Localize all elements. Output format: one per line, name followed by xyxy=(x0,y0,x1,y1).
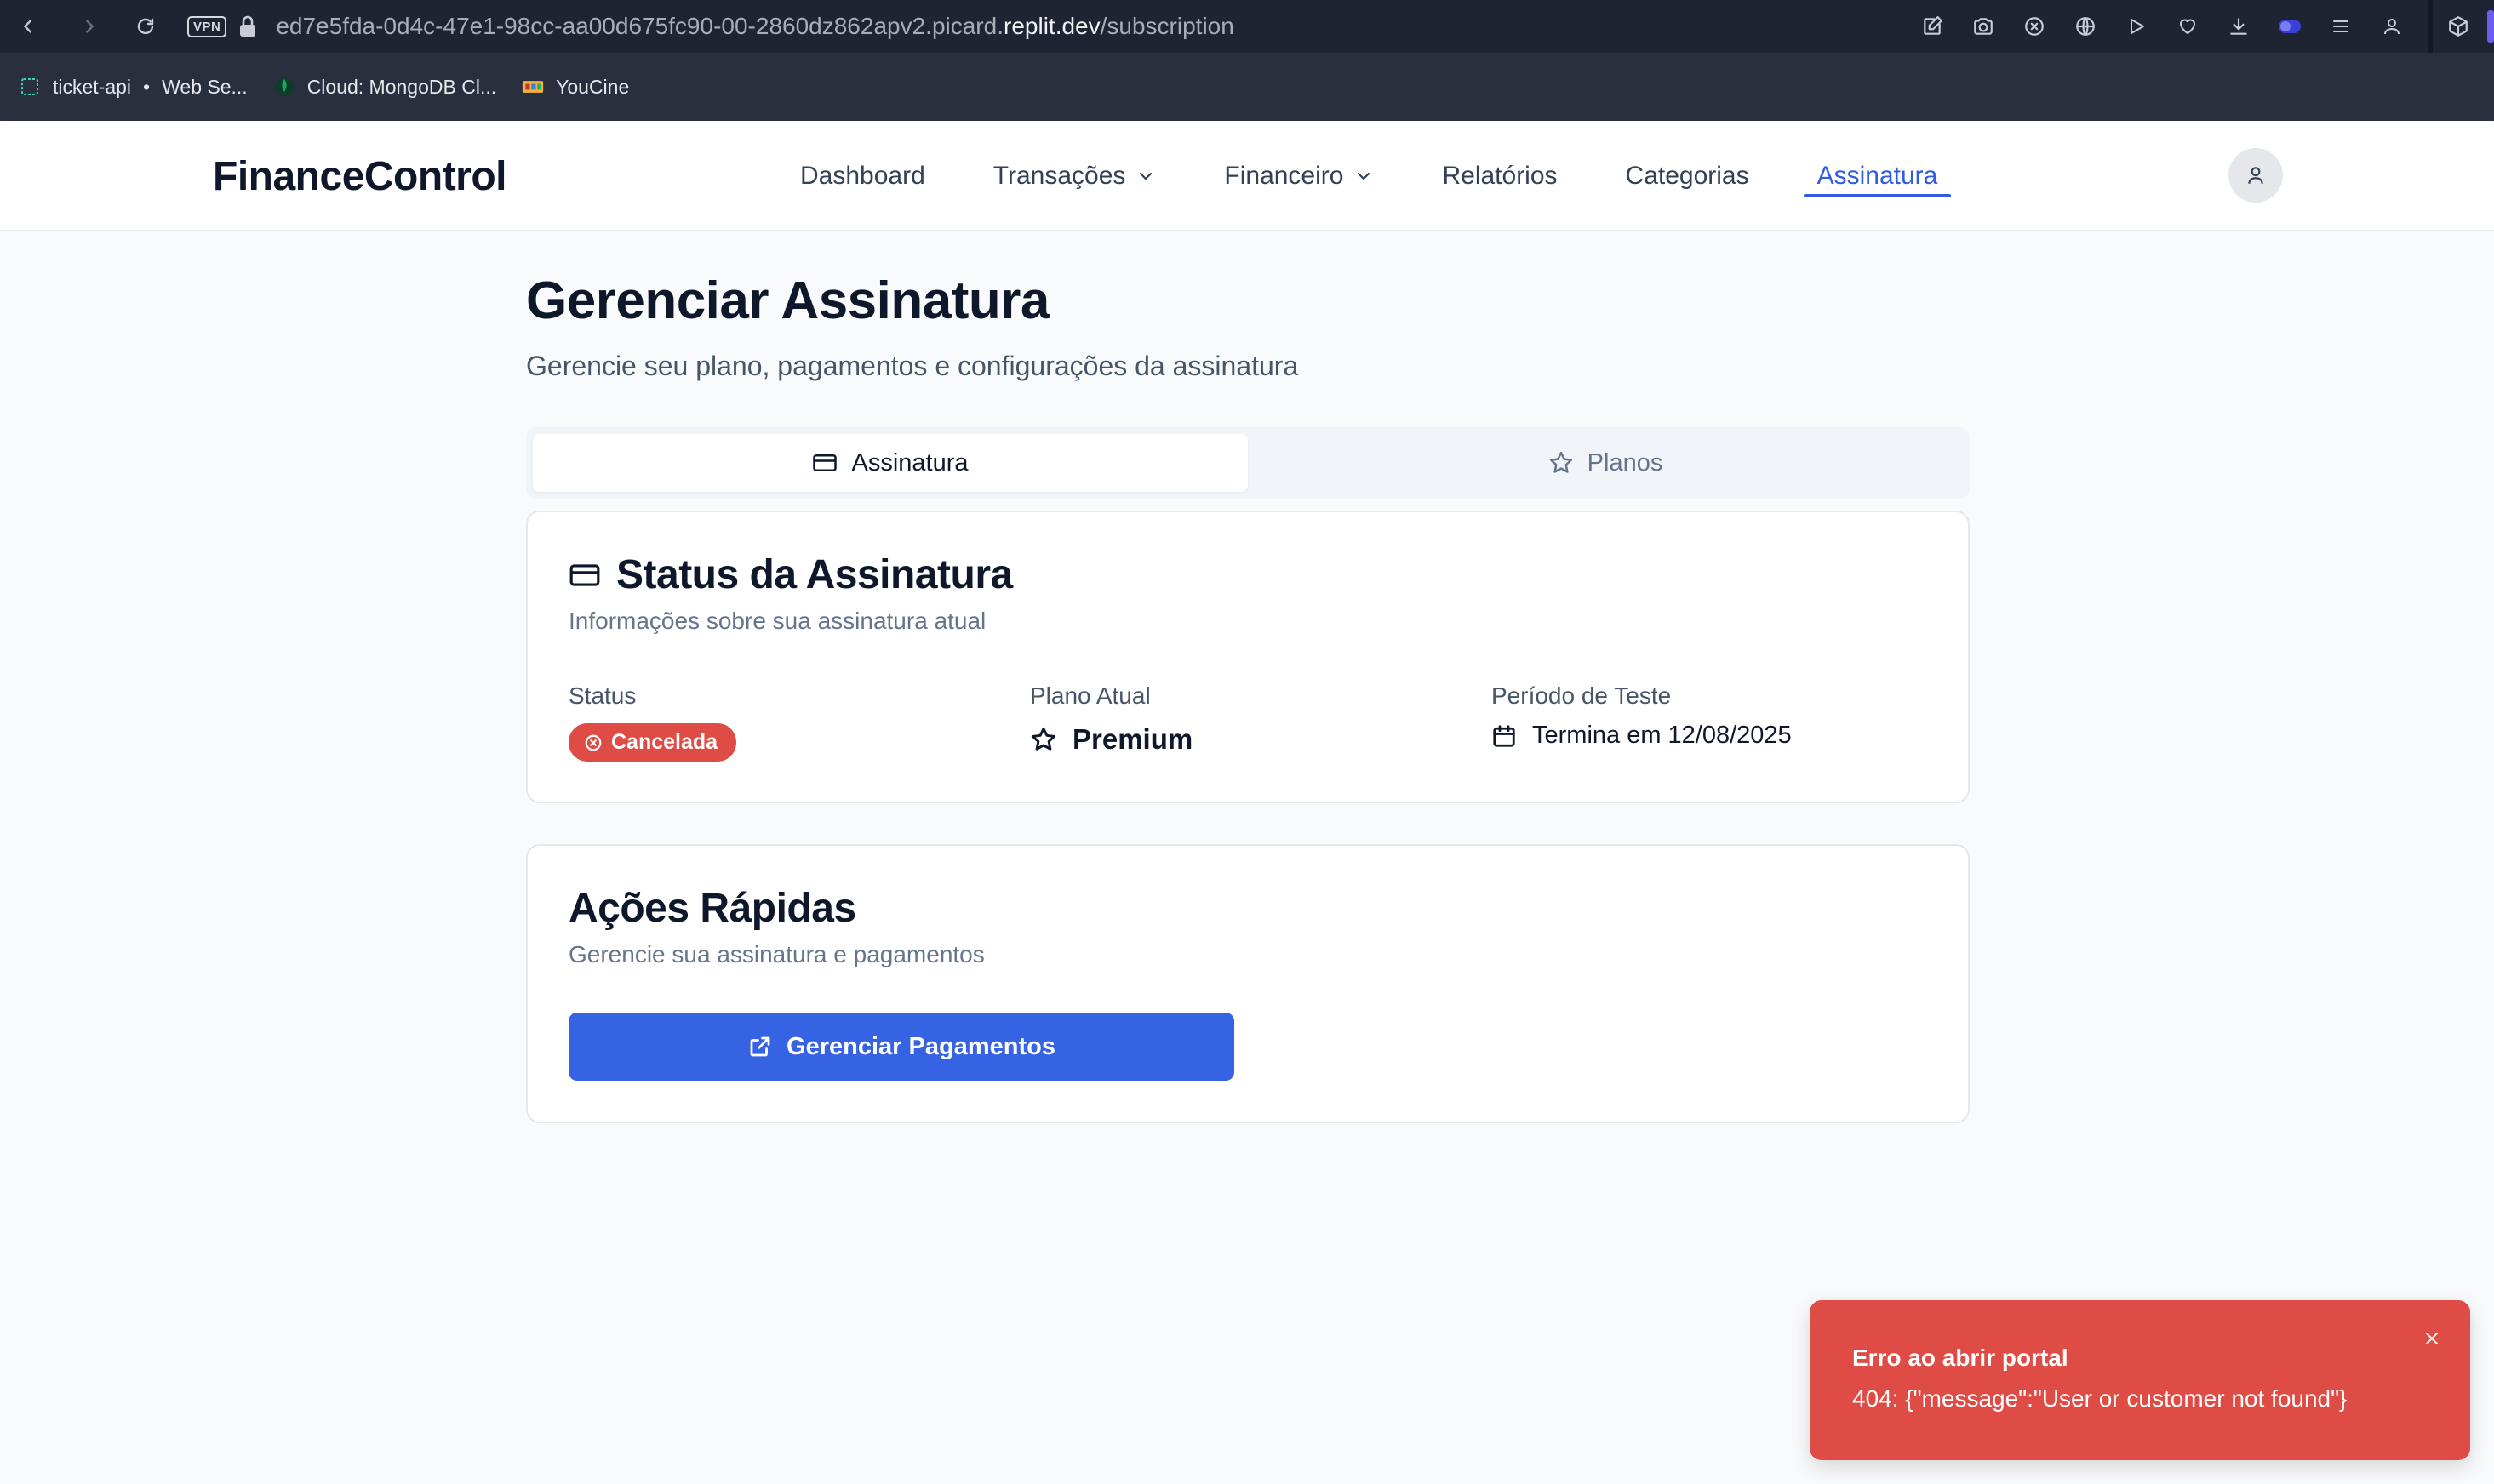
url-host: replit.dev xyxy=(1004,13,1101,39)
trial-field: Período de Teste Termina em 12/08/2025 xyxy=(1491,682,1792,750)
browser-toolbar: VPN ed7e5fda-0d4c-47e1-98cc-aa00d675fc90… xyxy=(0,0,2494,53)
status-badge-text: Cancelada xyxy=(611,730,718,754)
bookmark-ticket-api[interactable]: ticket-api • Web Se... xyxy=(19,76,248,99)
download-icon[interactable] xyxy=(2213,0,2264,53)
vpn-badge[interactable]: VPN xyxy=(187,15,227,37)
manage-payments-button[interactable]: Gerenciar Pagamentos xyxy=(569,1013,1234,1081)
plan-field: Plano Atual Premium xyxy=(1030,682,1193,756)
user-icon xyxy=(2245,164,2267,186)
back-icon[interactable] xyxy=(9,7,48,46)
error-toast: Erro ao abrir portal 404: {"message":"Us… xyxy=(1810,1300,2470,1460)
cube-icon[interactable] xyxy=(2433,0,2484,53)
star-icon xyxy=(1548,450,1574,476)
close-icon[interactable] xyxy=(2417,1324,2446,1353)
nav-label: Categorias xyxy=(1625,162,1749,190)
chevron-down-icon xyxy=(1135,166,1156,186)
plan-value-text: Premium xyxy=(1073,723,1193,755)
tab-assinatura[interactable]: Assinatura xyxy=(533,434,1248,492)
nav-label: Transações xyxy=(992,162,1126,190)
status-label: Status xyxy=(569,682,637,709)
quick-actions-card: Ações Rápidas Gerencie sua assinatura e … xyxy=(526,844,1970,1123)
nav-label: Assinatura xyxy=(1816,162,1938,190)
status-badge: Cancelada xyxy=(569,723,737,762)
trial-value-text: Termina em 12/08/2025 xyxy=(1532,722,1792,749)
trial-value: Termina em 12/08/2025 xyxy=(1491,722,1792,750)
main-nav: Dashboard Transações Financeiro Relatóri… xyxy=(800,121,1952,231)
address-bar[interactable]: ed7e5fda-0d4c-47e1-98cc-aa00d675fc90-00-… xyxy=(276,13,1233,40)
nav-label: Financeiro xyxy=(1224,162,1344,190)
tab-planos[interactable]: Planos xyxy=(1248,434,1963,492)
button-label: Gerenciar Pagamentos xyxy=(787,1032,1055,1060)
leaf-icon xyxy=(273,76,295,98)
film-icon xyxy=(522,76,544,98)
bookmark-label: Cloud: MongoDB Cl... xyxy=(306,75,497,98)
bookmark-label: YouCine xyxy=(556,75,630,98)
page-subtitle: Gerencie seu plano, pagamentos e configu… xyxy=(526,351,1299,381)
grid-icon xyxy=(19,76,41,98)
toast-title: Erro ao abrir portal xyxy=(1852,1344,2068,1371)
bookmark-extra-label: Web Se... xyxy=(162,75,248,98)
url-path: /subscription xyxy=(1100,13,1234,39)
lock-icon[interactable] xyxy=(238,15,257,37)
nav-label: Relatórios xyxy=(1442,162,1558,190)
card-description: Gerencie sua assinatura e pagamentos xyxy=(569,941,985,967)
plan-label: Plano Atual xyxy=(1030,682,1151,709)
page-title: Gerenciar Assinatura xyxy=(526,271,1050,330)
brand-logo[interactable]: FinanceControl xyxy=(213,153,507,200)
globe-icon[interactable] xyxy=(2060,0,2111,53)
star-icon xyxy=(1030,726,1057,753)
camera-icon[interactable] xyxy=(1958,0,2009,53)
play-icon[interactable] xyxy=(2111,0,2162,53)
bookmarks-bar: ticket-api • Web Se... Cloud: MongoDB Cl… xyxy=(0,53,2494,121)
menu-icon[interactable] xyxy=(2315,0,2366,53)
profile-icon[interactable] xyxy=(2366,0,2417,53)
toast-message: 404: {"message":"User or customer not fo… xyxy=(1852,1385,2348,1412)
toggle-icon[interactable] xyxy=(2264,0,2315,53)
nav-dashboard[interactable]: Dashboard xyxy=(800,121,925,231)
app-header: FinanceControl Dashboard Transações Fina… xyxy=(0,121,2494,231)
plan-value: Premium xyxy=(1030,723,1193,756)
x-circle-icon xyxy=(584,733,603,752)
nav-financeiro[interactable]: Financeiro xyxy=(1224,121,1374,231)
edit-icon[interactable] xyxy=(1907,0,1958,53)
calendar-icon xyxy=(1491,723,1517,749)
tab-label: Planos xyxy=(1587,448,1663,477)
bookmark-youcine[interactable]: YouCine xyxy=(522,76,629,99)
external-link-icon xyxy=(747,1034,773,1059)
extension-toolbar xyxy=(1907,0,2494,53)
nav-assinatura[interactable]: Assinatura xyxy=(1803,121,1952,231)
trial-label: Período de Teste xyxy=(1491,682,1672,709)
card-description: Informações sobre sua assinatura atual xyxy=(569,608,987,634)
forward-icon[interactable] xyxy=(70,7,109,46)
chevron-down-icon xyxy=(1353,166,1374,186)
nav-relatorios[interactable]: Relatórios xyxy=(1442,121,1557,231)
card-title-text: Status da Assinatura xyxy=(616,552,1013,597)
nav-transacoes[interactable]: Transações xyxy=(993,121,1157,231)
bookmark-label: ticket-api xyxy=(53,75,132,98)
card-title: Ações Rápidas xyxy=(569,886,856,931)
nav-categorias[interactable]: Categorias xyxy=(1626,121,1749,231)
card-title: Status da Assinatura xyxy=(569,551,1013,598)
status-field: Status Cancelada xyxy=(569,682,737,762)
subscription-status-card: Status da Assinatura Informações sobre s… xyxy=(526,511,1970,803)
credit-card-icon xyxy=(569,562,601,589)
shield-x-icon[interactable] xyxy=(2009,0,2060,53)
reload-icon[interactable] xyxy=(126,7,165,46)
url-prefix: ed7e5fda-0d4c-47e1-98cc-aa00d675fc90-00-… xyxy=(276,13,1004,39)
user-avatar[interactable] xyxy=(2228,148,2283,203)
subscription-tabs: Assinatura Planos xyxy=(526,427,1970,499)
sidebar-accent xyxy=(2487,10,2494,43)
nav-label: Dashboard xyxy=(800,162,925,190)
bookmark-separator: • xyxy=(143,75,151,98)
heart-icon[interactable] xyxy=(2162,0,2213,53)
bookmark-mongodb[interactable]: Cloud: MongoDB Cl... xyxy=(273,76,496,99)
credit-card-icon xyxy=(812,452,838,474)
tab-label: Assinatura xyxy=(851,448,969,477)
